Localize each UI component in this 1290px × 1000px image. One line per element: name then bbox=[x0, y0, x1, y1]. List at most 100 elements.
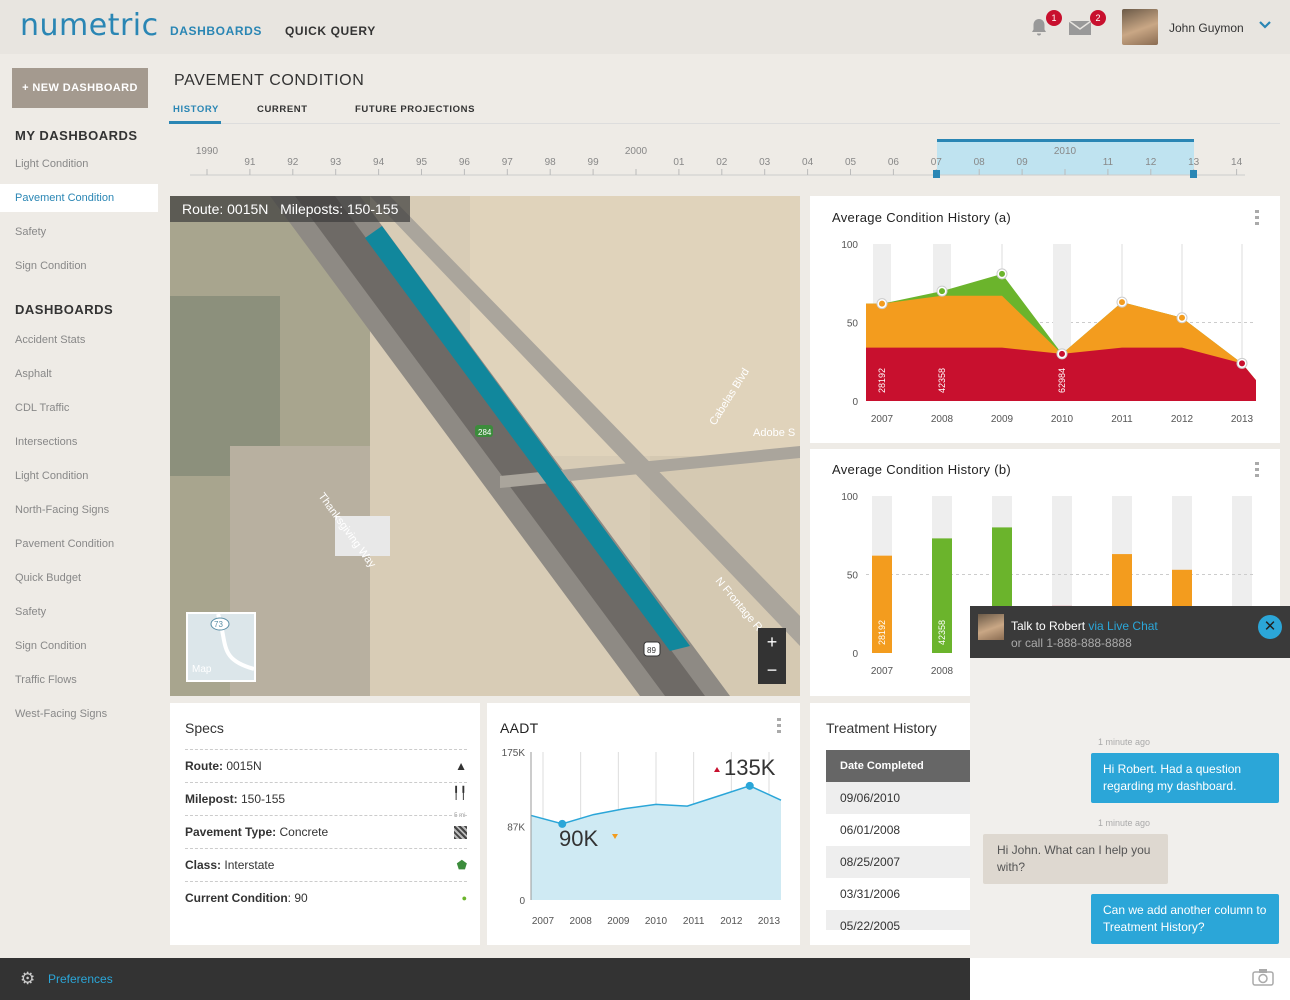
highway-shield-89: 89 bbox=[647, 646, 656, 655]
timeline-tick-label: 02 bbox=[716, 157, 728, 168]
data-point bbox=[1179, 314, 1185, 321]
aadt-menu-icon[interactable] bbox=[777, 718, 781, 734]
aadt-chart[interactable]: 175K 87K 0 2007 2008 2009 2010 2011 2012 2013 90K 1… bbox=[495, 740, 795, 935]
table-row[interactable]: 06/01/2008 bbox=[826, 814, 971, 846]
spec-label: Class: bbox=[185, 858, 222, 872]
chart-a-menu-icon[interactable] bbox=[1255, 210, 1259, 226]
tab-current[interactable]: CURRENT bbox=[257, 104, 308, 115]
x-tick-label: 2010 bbox=[645, 916, 668, 927]
sidebar-item-pavement-condition[interactable]: Pavement Condition bbox=[0, 184, 158, 212]
data-point bbox=[879, 300, 885, 307]
live-chat-link[interactable]: via Live Chat bbox=[1088, 619, 1157, 633]
up-arrow-icon bbox=[714, 767, 720, 772]
sidebar-item-safety-2[interactable]: Safety bbox=[0, 598, 158, 626]
timeline-tick-label: 11 bbox=[1103, 157, 1114, 168]
camera-icon[interactable] bbox=[1252, 968, 1274, 991]
x-tick-label: 2012 bbox=[1171, 414, 1194, 425]
sidebar-item-pavement-condition-2[interactable]: Pavement Condition bbox=[0, 530, 158, 558]
sidebar-item-west-facing-signs[interactable]: West-Facing Signs bbox=[0, 700, 158, 728]
data-point bbox=[999, 270, 1005, 277]
chart-b-title: Average Condition History (b) bbox=[832, 462, 1011, 477]
chart-b-menu-icon[interactable] bbox=[1255, 462, 1259, 478]
gear-icon[interactable]: ⚙ bbox=[20, 969, 35, 989]
timeline-tick-label: 14 bbox=[1231, 157, 1243, 168]
notifications-badge: 1 bbox=[1046, 10, 1062, 26]
timeline-tick-label: 09 bbox=[1017, 157, 1029, 168]
new-dashboard-button[interactable]: + NEW DASHBOARD bbox=[12, 68, 148, 108]
thumb-label: Map bbox=[192, 664, 212, 675]
timeline-handle-end[interactable] bbox=[1190, 170, 1197, 178]
map-type-toggle[interactable]: 73 Map bbox=[186, 612, 256, 682]
table-row[interactable]: 09/06/2010 bbox=[826, 782, 971, 814]
interstate-shield-icon: ⬟ bbox=[456, 858, 467, 872]
user-menu-chevron-icon[interactable] bbox=[1258, 18, 1272, 37]
specs-title: Specs bbox=[185, 720, 224, 736]
tab-future-projections[interactable]: FUTURE PROJECTIONS bbox=[355, 104, 475, 115]
chat-header: Talk to Robert via Live Chat or call 1-8… bbox=[970, 606, 1290, 658]
timeline-tick-label: 97 bbox=[502, 157, 514, 168]
chart-a[interactable]: 0 50 100 28192 2007 42358 2008 2009 62984 2010 201… bbox=[830, 236, 1270, 436]
chat-input[interactable] bbox=[970, 958, 1290, 1000]
timeline-tick-label: 94 bbox=[373, 157, 385, 168]
spec-row-class: Class: Interstate ⬟ bbox=[185, 848, 467, 881]
map-panel[interactable]: Thanksgiving Way Cabelas Blvd Adobe S N … bbox=[170, 196, 800, 696]
nav-quick-query[interactable]: QUICK QUERY bbox=[285, 24, 376, 38]
sidebar-item-north-facing-signs[interactable]: North-Facing Signs bbox=[0, 496, 158, 524]
highway-shield-284: 284 bbox=[478, 428, 492, 437]
timeline-handle-start[interactable] bbox=[933, 170, 940, 178]
chat-title: Talk to Robert via Live Chat bbox=[1011, 619, 1158, 633]
preferences-link[interactable]: Preferences bbox=[48, 972, 113, 986]
sidebar-item-traffic-flows[interactable]: Traffic Flows bbox=[0, 666, 158, 694]
timeline-tick-label: 03 bbox=[759, 157, 771, 168]
timeline-tick-label: 2000 bbox=[625, 146, 648, 157]
agent-avatar bbox=[978, 614, 1004, 640]
tab-history[interactable]: HISTORY bbox=[173, 104, 219, 115]
pavement-pattern-icon bbox=[454, 826, 467, 839]
sidebar-item-light-condition-2[interactable]: Light Condition bbox=[0, 462, 158, 490]
treatment-header-date[interactable]: Date Completed bbox=[826, 750, 971, 782]
data-point bbox=[1239, 360, 1245, 367]
sidebar-item-asphalt[interactable]: Asphalt bbox=[0, 360, 158, 388]
timeline-tick-label: 99 bbox=[588, 157, 600, 168]
road-label-adobe: Adobe S bbox=[753, 427, 795, 439]
aadt-high-label: 135K bbox=[724, 755, 776, 780]
table-row[interactable]: 03/31/2006 bbox=[826, 878, 971, 910]
close-icon[interactable]: ✕ bbox=[1258, 615, 1282, 639]
timeline-tick-label: 98 bbox=[545, 157, 557, 168]
zoom-in-button[interactable]: + bbox=[758, 628, 786, 656]
table-row[interactable]: 08/25/2007 bbox=[826, 846, 971, 878]
x-tick-label: 2013 bbox=[1231, 414, 1254, 425]
sidebar-item-safety[interactable]: Safety bbox=[0, 218, 158, 246]
spec-row-current-condition: Current Condition: 90 ● bbox=[185, 881, 467, 914]
map-thumb-icon: 73 Map bbox=[192, 613, 255, 675]
satellite-map[interactable]: Thanksgiving Way Cabelas Blvd Adobe S N … bbox=[170, 196, 800, 696]
sidebar-item-intersections[interactable]: Intersections bbox=[0, 428, 158, 456]
footer-bar: ⚙ Preferences bbox=[0, 958, 970, 1000]
sidebar-item-cdl-traffic[interactable]: CDL Traffic bbox=[0, 394, 158, 422]
table-row[interactable]: 05/22/2005 bbox=[826, 910, 971, 930]
spec-label: Current Condition bbox=[185, 891, 288, 905]
sidebar-item-accident-stats[interactable]: Accident Stats bbox=[0, 326, 158, 354]
notifications-button[interactable]: 1 bbox=[1028, 10, 1062, 42]
x-tick-label: 2008 bbox=[931, 414, 954, 425]
x-tick-label: 2010 bbox=[1051, 414, 1074, 425]
chat-message-outgoing: Hi Robert. Had a question regarding my d… bbox=[1091, 753, 1279, 803]
chat-phone: or call 1-888-888-8888 bbox=[1011, 636, 1132, 650]
nav-dashboards[interactable]: DASHBOARDS bbox=[170, 24, 262, 38]
sidebar-item-sign-condition-2[interactable]: Sign Condition bbox=[0, 632, 158, 660]
tab-divider bbox=[169, 123, 1280, 124]
zoom-out-button[interactable]: − bbox=[758, 656, 786, 684]
column-label: 28192 bbox=[877, 368, 887, 393]
user-avatar[interactable] bbox=[1122, 9, 1158, 45]
y-tick-label: 175K bbox=[502, 748, 526, 759]
logo[interactable]: numetric bbox=[20, 8, 159, 43]
sidebar: + NEW DASHBOARD MY DASHBOARDS Light Cond… bbox=[0, 54, 158, 958]
data-point bbox=[1059, 350, 1065, 357]
timeline[interactable]: 1990 91 92 93 94 95 96 97 98 99 2000 01 02 03 04 05 06 07… bbox=[0, 125, 1290, 185]
user-name[interactable]: John Guymon bbox=[1169, 21, 1244, 35]
sidebar-item-quick-budget[interactable]: Quick Budget bbox=[0, 564, 158, 592]
y-tick-label: 50 bbox=[847, 319, 859, 330]
thumb-shield-text: 73 bbox=[214, 620, 223, 629]
sidebar-item-sign-condition[interactable]: Sign Condition bbox=[0, 252, 158, 280]
messages-button[interactable]: 2 bbox=[1068, 10, 1106, 42]
